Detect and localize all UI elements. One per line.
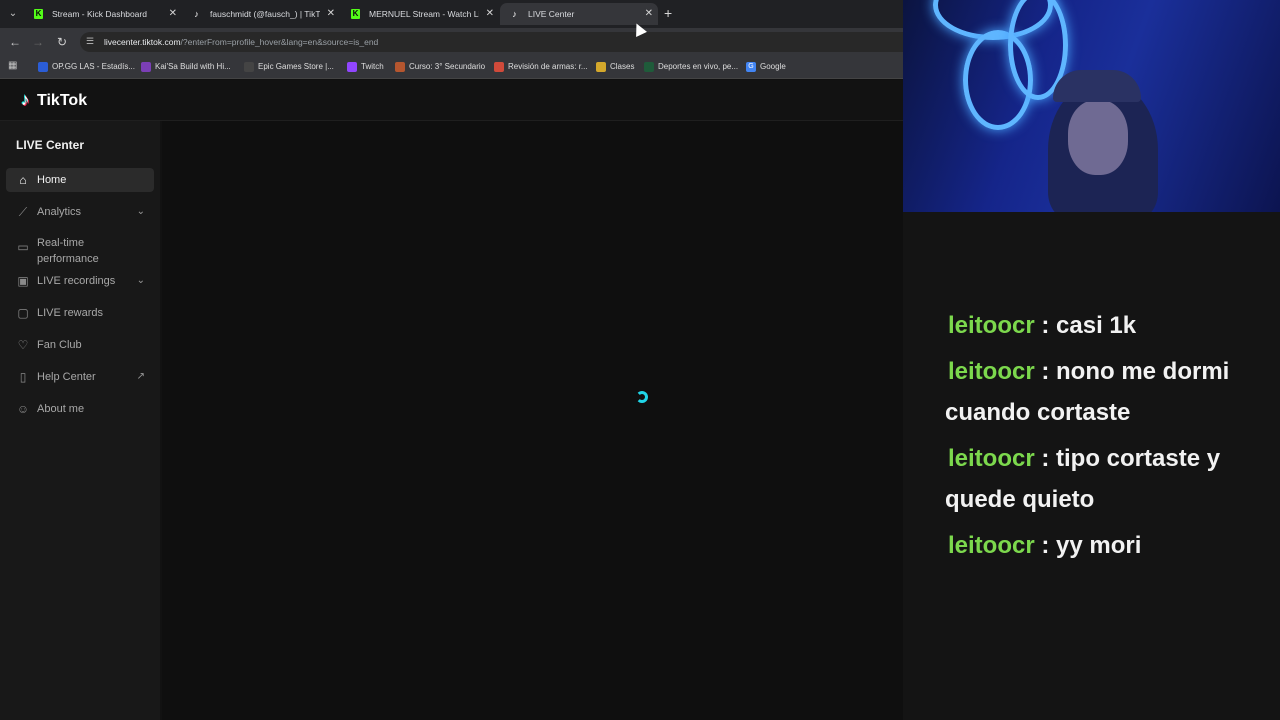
sidebar-item-live-rewards[interactable]: ▢ LIVE rewards	[6, 301, 154, 325]
sidebar-item-real-time-performance[interactable]: ▭ Real-time performance	[6, 235, 154, 267]
sidebar-item-label: Real-time performance	[37, 237, 99, 265]
chat-username: leitoocr	[948, 312, 1035, 339]
home-icon: ⌂	[19, 173, 27, 187]
kick-icon: K	[351, 9, 360, 19]
tab-tiktok-profile[interactable]: ♪ fauschmidt (@fausch_) | TikTok ✕	[182, 3, 340, 25]
external-link-icon: ↗	[136, 371, 145, 382]
bookmark-twitch[interactable]: Twitch	[347, 59, 384, 75]
kick-icon: K	[34, 9, 43, 19]
bookmark-opgg[interactable]: OP.GG LAS - Estadís...	[38, 59, 135, 75]
chat-username: leitoocr	[948, 532, 1035, 559]
bookmark-clases[interactable]: Clases	[596, 59, 634, 75]
chevron-down-icon[interactable]: ⌄	[137, 274, 145, 288]
book-icon: ▯	[19, 370, 27, 384]
google-icon: G	[746, 62, 756, 72]
rewards-icon: ▢	[17, 306, 29, 320]
site-info-icon[interactable]: ☰	[86, 36, 94, 47]
tab-title: Stream - Kick Dashboard	[52, 9, 147, 19]
chat-message: leitoocr : tipo cortaste y quede quieto	[945, 438, 1265, 520]
tab-title: MERNUEL Stream - Watch Live	[369, 9, 479, 19]
back-arrow-icon[interactable]: ←	[7, 34, 23, 50]
monitor-icon: ▭	[17, 240, 29, 254]
stream-overlay: leitoocr : casi 1k leitoocr : nono me do…	[903, 0, 1280, 720]
chat-message: leitoocr : nono me dormi cuando cortaste	[945, 351, 1265, 433]
bookmark-curso[interactable]: Curso: 3° Secundario	[395, 59, 485, 75]
url-text: livecenter.tiktok.com/?enterFrom=profile…	[104, 37, 379, 47]
new-tab-button[interactable]: +	[664, 5, 672, 21]
address-bar[interactable]: ☰ livecenter.tiktok.com/?enterFrom=profi…	[80, 32, 903, 52]
close-icon[interactable]: ✕	[169, 3, 177, 25]
sidebar-item-label: LIVE rewards	[37, 307, 104, 319]
browser-window: ⌄ K Stream - Kick Dashboard ✕ ♪ fauschmi…	[0, 0, 903, 720]
bookmark-google[interactable]: G Google	[746, 59, 786, 75]
chat-message: leitoocr : yy mori	[945, 525, 1265, 566]
sidebar-item-label: LIVE recordings	[37, 275, 116, 287]
chart-icon: ⟋	[18, 205, 28, 219]
tab-live-center[interactable]: ♪ LIVE Center ✕	[500, 3, 658, 25]
epic-games-icon	[244, 62, 254, 72]
streamer-cap	[1053, 70, 1141, 102]
bookmarks-bar: ▦ OP.GG LAS - Estadís... Kai'Sa Build wi…	[0, 55, 903, 79]
revision-icon	[494, 62, 504, 72]
bookmark-deportes[interactable]: Deportes en vivo, pe...	[644, 59, 738, 75]
sidebar-item-help-center[interactable]: ▯ Help Center ↗	[6, 365, 154, 389]
page-header: ♪ TikTok	[0, 80, 903, 121]
browser-toolbar: ← → ↻ ☰ livecenter.tiktok.com/?enterFrom…	[0, 28, 903, 55]
sidebar: LIVE Center ⌂ Home ⟋ Analytics ⌄ ▭ Real-…	[0, 121, 160, 720]
tiktok-icon: ♪	[194, 9, 199, 19]
chevron-down-icon[interactable]: ⌄	[137, 205, 145, 219]
sidebar-item-about-me[interactable]: ☺ About me	[6, 397, 154, 421]
bookmark-kaisa[interactable]: Kai'Sa Build with Hi...	[141, 59, 231, 75]
sidebar-item-label: Analytics	[37, 206, 82, 218]
tiktok-live-center-page: ♪ TikTok LIVE Center ⌂ Home ⟋ Analytics ⌄…	[0, 80, 903, 720]
folder-icon	[596, 62, 606, 72]
close-icon[interactable]: ✕	[645, 3, 653, 25]
forward-arrow-icon[interactable]: →	[30, 34, 46, 50]
sidebar-item-label: Fan Club	[37, 339, 82, 351]
recordings-icon: ▣	[17, 274, 29, 288]
main-content	[162, 121, 903, 720]
reload-icon[interactable]: ↻	[54, 34, 70, 50]
tiktok-icon: ♪	[512, 9, 517, 19]
tab-kick-dashboard[interactable]: K Stream - Kick Dashboard ✕	[24, 3, 182, 25]
chat-username: leitoocr	[948, 358, 1035, 385]
opgg-icon	[38, 62, 48, 72]
sidebar-item-live-recordings[interactable]: ▣ LIVE recordings ⌄	[6, 269, 154, 293]
loading-spinner-icon	[636, 391, 648, 403]
kaisa-icon	[141, 62, 151, 72]
curso-icon	[395, 62, 405, 72]
tab-search-icon[interactable]: ⌄	[4, 5, 22, 22]
bookmark-epic-games[interactable]: Epic Games Store |...	[244, 59, 334, 75]
chat-overlay: leitoocr : casi 1k leitoocr : nono me do…	[945, 305, 1265, 566]
sidebar-item-fan-club[interactable]: ♡ Fan Club	[6, 333, 154, 357]
chat-username: leitoocr	[948, 445, 1035, 472]
tab-title: fauschmidt (@fausch_) | TikTok	[210, 9, 320, 19]
sidebar-item-label: Home	[37, 174, 67, 186]
sidebar-item-home[interactable]: ⌂ Home	[6, 168, 154, 192]
sidebar-title: LIVE Center	[16, 138, 85, 152]
close-icon[interactable]: ✕	[327, 3, 335, 25]
tab-strip: ⌄ K Stream - Kick Dashboard ✕ ♪ fauschmi…	[0, 0, 903, 28]
tiktok-note-icon: ♪	[21, 90, 30, 109]
deportes-icon	[644, 62, 654, 72]
twitch-icon	[347, 62, 357, 72]
user-icon: ☺	[16, 402, 30, 416]
sidebar-item-label: Help Center	[37, 371, 96, 383]
webcam-feed	[903, 0, 1280, 212]
chat-message: leitoocr : casi 1k	[945, 305, 1265, 346]
tiktok-logo[interactable]: ♪ TikTok	[21, 88, 87, 112]
apps-grid-icon[interactable]: ▦	[8, 61, 18, 71]
chat-text: : yy mori	[1041, 532, 1142, 559]
sidebar-item-analytics[interactable]: ⟋ Analytics ⌄	[6, 200, 154, 224]
tab-mernuel-stream[interactable]: K MERNUEL Stream - Watch Live ✕	[341, 3, 499, 25]
tab-title: LIVE Center	[528, 9, 575, 19]
streamer-face	[1068, 100, 1128, 175]
bookmark-revision-armas[interactable]: Revisión de armas: r...	[494, 59, 588, 75]
heart-icon: ♡	[17, 338, 29, 352]
chat-text: : casi 1k	[1041, 312, 1137, 339]
sidebar-item-label: About me	[37, 403, 85, 415]
close-icon[interactable]: ✕	[486, 3, 494, 25]
